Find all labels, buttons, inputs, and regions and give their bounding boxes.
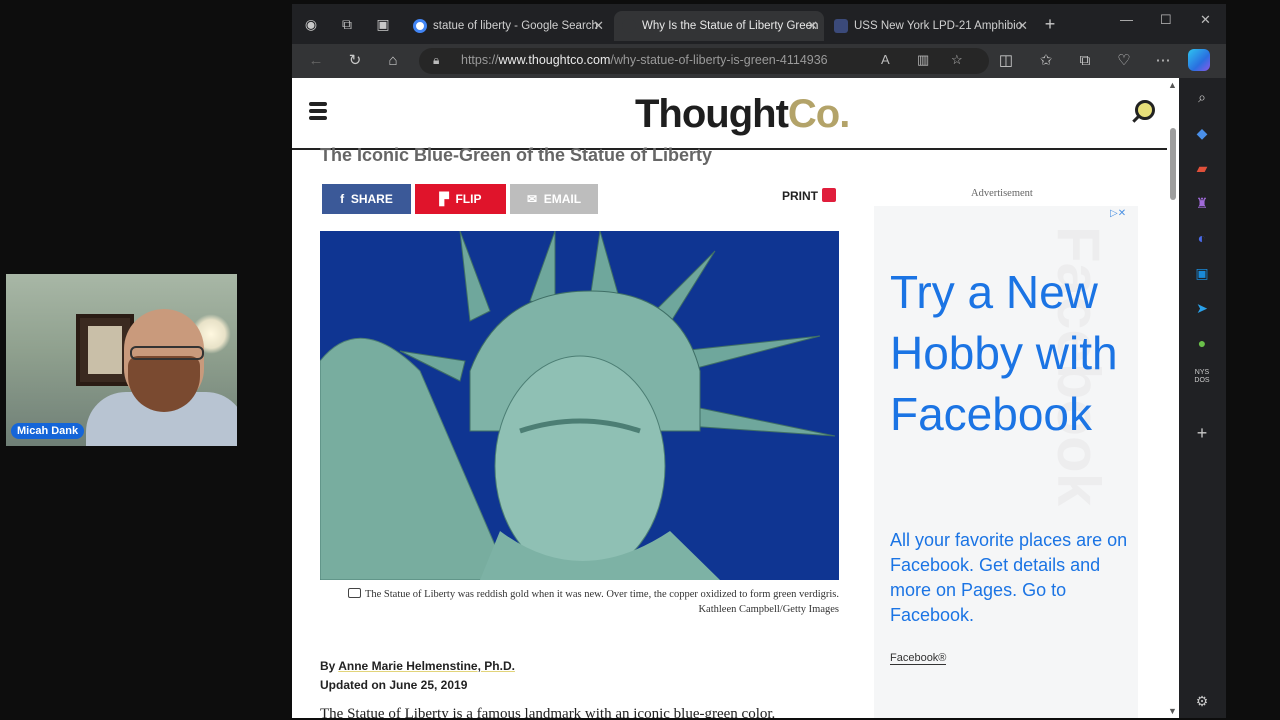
home-icon[interactable]: ⌂ bbox=[382, 51, 404, 71]
window-close-icon[interactable]: ✕ bbox=[1200, 12, 1211, 28]
read-aloud-icon[interactable]: A bbox=[881, 52, 890, 67]
loading-icon bbox=[622, 19, 636, 33]
search-icon[interactable] bbox=[1135, 100, 1155, 120]
webcam-overlay: Micah Dank bbox=[6, 274, 237, 446]
workspaces-icon[interactable]: ⧉ bbox=[337, 14, 357, 34]
tab-uss-new-york[interactable]: USS New York LPD-21 Amphibio ✕ bbox=[826, 11, 1034, 41]
edge-sidebar: ⌕ ◆ ▰ ♜ ◐ ▣ ➤ ● NYS DOS + ⚙ bbox=[1179, 78, 1226, 718]
google-icon bbox=[413, 19, 427, 33]
minimize-icon[interactable]: — bbox=[1120, 12, 1133, 27]
envelope-icon: ✉ bbox=[526, 192, 538, 206]
new-tab-button[interactable]: + bbox=[1040, 14, 1060, 34]
site-logo[interactable]: ThoughtCo. bbox=[635, 92, 850, 137]
webcam-name-tag: Micah Dank bbox=[11, 423, 85, 439]
copilot-icon[interactable] bbox=[1188, 49, 1210, 71]
browser-essentials-icon[interactable]: ♡ bbox=[1113, 51, 1135, 71]
scroll-up-icon[interactable]: ▲ bbox=[1168, 80, 1177, 90]
image-credit: Kathleen Campbell/Getty Images bbox=[698, 604, 839, 615]
image-caption: The Statue of Liberty was reddish gold w… bbox=[348, 587, 839, 617]
advertisement-label: Advertisement bbox=[971, 188, 1033, 199]
tab-title: USS New York LPD-21 Amphibio bbox=[854, 20, 1023, 32]
scroll-thumb[interactable] bbox=[1170, 128, 1176, 200]
shopping-tag-icon[interactable]: ◆ bbox=[1193, 124, 1211, 142]
facebook-ad[interactable]: Facebook ▷✕ Try a New Hobby with Faceboo… bbox=[874, 206, 1138, 718]
url-text: https://www.thoughtco.com/why-statue-of-… bbox=[461, 53, 828, 67]
ad-brand[interactable]: Facebook® bbox=[890, 652, 947, 665]
tab-actions-icon[interactable]: ▣ bbox=[373, 14, 393, 34]
email-button[interactable]: ✉ EMAIL bbox=[510, 184, 598, 214]
refresh-icon[interactable]: ↻ bbox=[344, 51, 366, 71]
statue-of-liberty-link[interactable]: Statue of Liberty bbox=[347, 706, 449, 718]
ad-body[interactable]: All your favorite places are on Facebook… bbox=[890, 528, 1130, 628]
copilot-sidebar-icon[interactable]: ◐ bbox=[1193, 229, 1211, 247]
maximize-icon[interactable]: ☐ bbox=[1160, 12, 1172, 28]
facebook-icon: f bbox=[340, 192, 345, 206]
back-icon[interactable]: ← bbox=[305, 51, 327, 71]
page-scrollbar[interactable]: ▲ ▼ bbox=[1167, 78, 1179, 718]
close-icon[interactable]: ✕ bbox=[807, 11, 818, 41]
desktop-background bbox=[1226, 0, 1280, 720]
telegram-icon[interactable]: ➤ bbox=[1193, 299, 1211, 317]
tab-thoughtco[interactable]: Why Is the Statue of Liberty Green ✕ bbox=[614, 11, 824, 41]
tab-google-search[interactable]: statue of liberty - Google Search ✕ bbox=[405, 11, 610, 41]
camera-icon bbox=[348, 588, 361, 598]
games-icon[interactable]: ♜ bbox=[1193, 194, 1211, 212]
ad-choices-icon[interactable]: ▷✕ bbox=[1110, 208, 1136, 220]
add-icon[interactable]: + bbox=[1193, 424, 1211, 442]
flip-button[interactable]: ▛ FLIP bbox=[415, 184, 506, 214]
more-options-icon[interactable]: ⋯ bbox=[1152, 51, 1174, 71]
tab-title: Why Is the Statue of Liberty Green bbox=[642, 20, 819, 32]
menu-icon[interactable] bbox=[309, 102, 327, 124]
nys-icon[interactable]: NYS DOS bbox=[1193, 369, 1211, 387]
glasses bbox=[130, 346, 204, 360]
site-header: ThoughtCo. bbox=[292, 78, 1167, 150]
tree-icon[interactable]: ● bbox=[1193, 334, 1211, 352]
settings-gear-icon[interactable]: ⚙ bbox=[1193, 692, 1211, 710]
tools-icon[interactable]: ▰ bbox=[1193, 159, 1211, 177]
collections-icon[interactable]: ⧉ bbox=[1074, 51, 1096, 71]
favorite-star-icon[interactable]: ☆ bbox=[951, 52, 963, 68]
browser-window: ◉ ⧉ ▣ statue of liberty - Google Search … bbox=[292, 4, 1226, 718]
share-button[interactable]: f SHARE bbox=[322, 184, 411, 214]
author-link[interactable]: Anne Marie Helmenstine, Ph.D. bbox=[338, 659, 515, 673]
caption-text: The Statue of Liberty was reddish gold w… bbox=[364, 589, 839, 600]
article-heading: The Iconic Blue-Green of the Statue of L… bbox=[320, 145, 713, 165]
tab-bar: ◉ ⧉ ▣ statue of liberty - Google Search … bbox=[292, 4, 1226, 44]
immersive-reader-icon[interactable]: ▥ bbox=[917, 52, 929, 68]
split-screen-icon[interactable]: ◫ bbox=[995, 51, 1017, 71]
profile-icon[interactable]: ◉ bbox=[301, 14, 321, 34]
printer-icon bbox=[822, 188, 836, 202]
close-icon[interactable]: ✕ bbox=[593, 11, 604, 41]
ship-icon bbox=[834, 19, 848, 33]
tab-title: statue of liberty - Google Search bbox=[433, 20, 598, 32]
flipboard-icon: ▛ bbox=[439, 192, 449, 206]
lock-icon[interactable]: 🔒︎ bbox=[433, 53, 439, 68]
updated-date: Updated on June 25, 2019 bbox=[320, 678, 468, 692]
byline: By Anne Marie Helmenstine, Ph.D. bbox=[320, 659, 515, 673]
article-paragraph: The Statue of Liberty is a famous landma… bbox=[320, 706, 775, 718]
print-button[interactable]: PRINT bbox=[782, 188, 836, 203]
close-icon[interactable]: ✕ bbox=[1017, 11, 1028, 41]
statue-of-liberty-image bbox=[320, 231, 839, 580]
outlook-icon[interactable]: ▣ bbox=[1193, 264, 1211, 282]
sidebar-search-icon[interactable]: ⌕ bbox=[1193, 88, 1211, 106]
url-field[interactable]: 🔒︎ https://www.thoughtco.com/why-statue-… bbox=[419, 48, 989, 74]
web-page: ThoughtCo. The Iconic Blue-Green of the … bbox=[292, 78, 1167, 718]
address-bar-row: ← ↻ ⌂ 🔒︎ https://www.thoughtco.com/why-s… bbox=[292, 44, 1226, 78]
ad-headline[interactable]: Try a New Hobby with Facebook bbox=[890, 262, 1130, 445]
favorites-icon[interactable]: ✩ bbox=[1035, 51, 1057, 71]
scroll-down-icon[interactable]: ▼ bbox=[1168, 706, 1177, 716]
